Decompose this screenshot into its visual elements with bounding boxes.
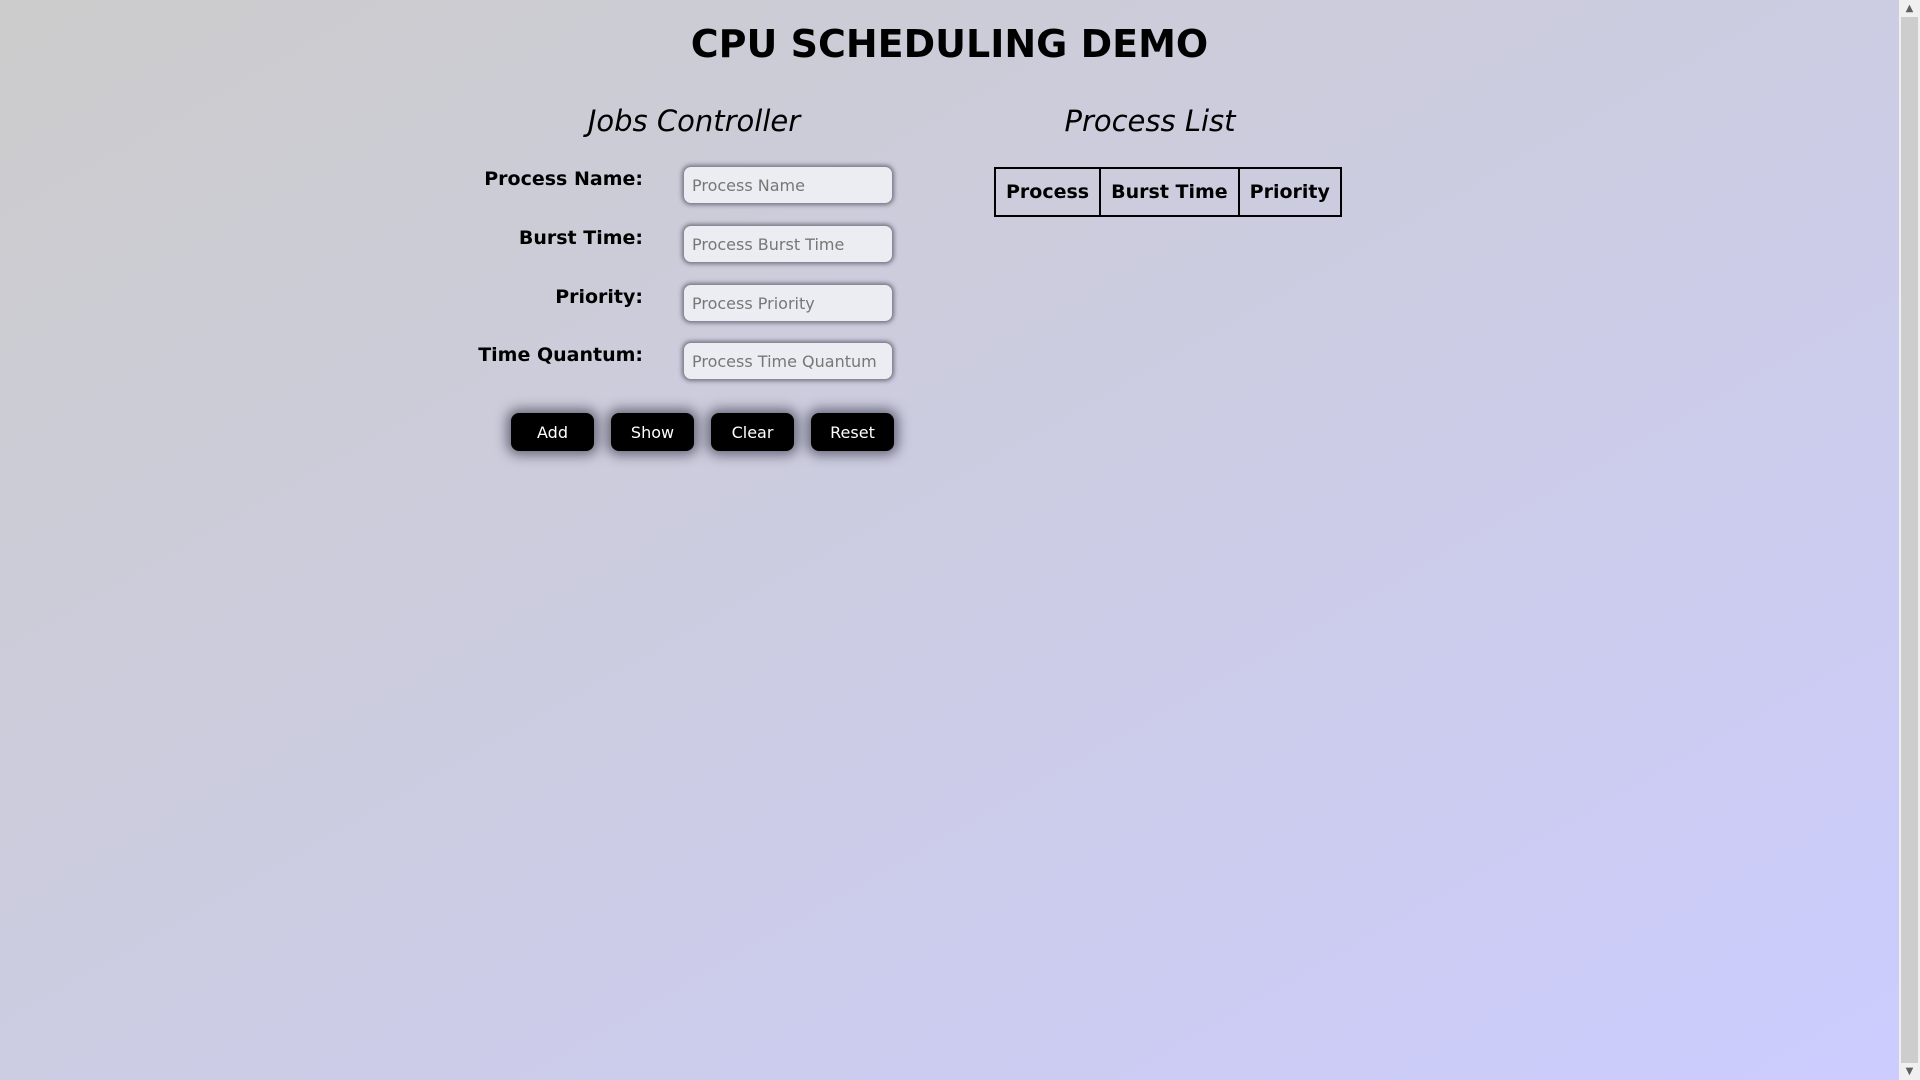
jobs-button-group: Add Show Clear Reset — [511, 413, 894, 451]
page-background: CPU SCHEDULING DEMO Jobs Controller Proc… — [0, 0, 1899, 1080]
burst-time-label: Burst Time: — [518, 227, 643, 249]
burst-time-row: Burst Time: — [440, 225, 900, 265]
jobs-controller-heading: Jobs Controller — [587, 104, 801, 138]
chevron-down-icon[interactable]: ▼ — [1899, 1063, 1920, 1080]
time-quantum-label: Time Quantum: — [478, 344, 643, 366]
process-list-table: Process Burst Time Priority — [993, 167, 1342, 217]
column-header-burst-time: Burst Time — [1099, 167, 1240, 217]
priority-row: Priority: — [440, 284, 900, 324]
add-button[interactable]: Add — [511, 413, 594, 451]
scrollbar-thumb[interactable] — [1901, 17, 1918, 1063]
show-button[interactable]: Show — [611, 413, 694, 451]
time-quantum-row: Time Quantum: — [440, 342, 900, 382]
page-title: CPU SCHEDULING DEMO — [690, 22, 1209, 66]
process-name-input[interactable] — [683, 166, 893, 204]
column-header-priority: Priority — [1237, 167, 1342, 217]
clear-button[interactable]: Clear — [711, 413, 794, 451]
reset-button[interactable]: Reset — [811, 413, 894, 451]
process-name-label: Process Name: — [484, 168, 643, 190]
chevron-up-icon[interactable]: ▲ — [1899, 0, 1920, 17]
table-header-row: Process Burst Time Priority — [993, 167, 1342, 217]
priority-label: Priority: — [555, 286, 643, 308]
priority-input[interactable] — [683, 284, 893, 322]
burst-time-input[interactable] — [683, 225, 893, 263]
process-name-row: Process Name: — [440, 166, 900, 206]
vertical-scrollbar[interactable]: ▲ ▼ — [1899, 0, 1920, 1080]
process-list-heading: Process List — [1064, 104, 1236, 138]
time-quantum-input[interactable] — [683, 342, 893, 380]
column-header-process: Process — [993, 167, 1102, 217]
